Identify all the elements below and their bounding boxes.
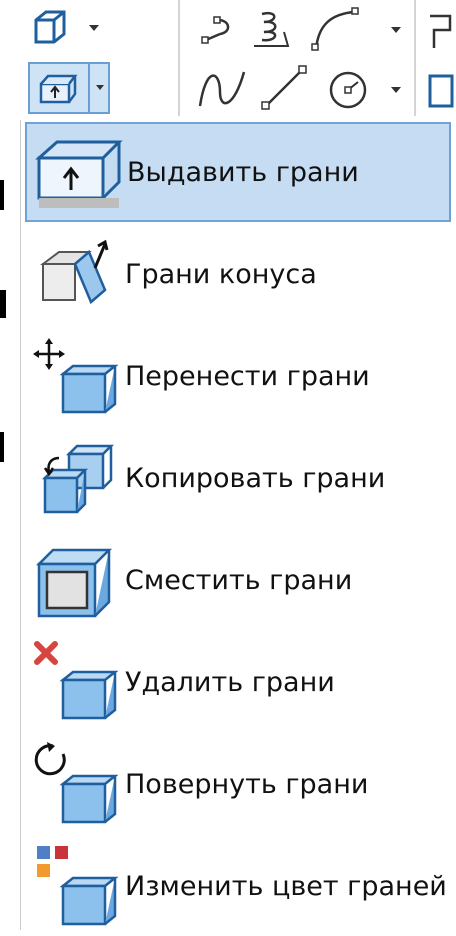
rotate-faces-icon	[25, 734, 125, 834]
polyline-icon[interactable]	[196, 12, 240, 52]
color-faces-icon	[25, 836, 125, 936]
background-edge	[0, 180, 4, 210]
menu-item-copy-faces[interactable]: Копировать грани	[25, 428, 451, 528]
chevron-down-icon[interactable]	[82, 16, 106, 40]
chevron-down-icon[interactable]	[384, 18, 408, 42]
faces-dropdown-menu: Выдавить грани Грани конуса Перенести гр…	[20, 120, 456, 930]
circle-icon[interactable]	[324, 66, 372, 114]
background-edge	[0, 290, 6, 318]
line-icon[interactable]	[256, 62, 312, 114]
partial-tool-icon[interactable]	[424, 8, 456, 52]
chevron-down-icon[interactable]	[384, 78, 408, 102]
partial-tool-icon[interactable]	[424, 68, 456, 112]
menu-item-delete-faces[interactable]: Удалить грани	[25, 632, 451, 732]
chevron-down-icon	[96, 85, 104, 90]
menu-item-label: Повернуть грани	[125, 768, 369, 800]
menu-item-label: Грани конуса	[125, 258, 317, 290]
arc-icon[interactable]	[306, 4, 366, 54]
menu-item-rotate-faces[interactable]: Повернуть грани	[25, 734, 451, 834]
menu-item-label: Удалить грани	[125, 666, 335, 698]
menu-item-move-faces[interactable]: Перенести грани	[25, 326, 451, 426]
copy-faces-icon	[25, 428, 125, 528]
menu-item-label: Изменить цвет граней	[125, 870, 447, 902]
extrude-faces-split-button[interactable]	[28, 62, 110, 114]
menu-item-extrude-faces[interactable]: Выдавить грани	[25, 122, 451, 222]
menu-item-label: Выдавить грани	[127, 156, 359, 188]
menu-item-label: Сместить грани	[125, 564, 353, 596]
move-faces-icon	[25, 326, 125, 426]
menu-item-offset-faces[interactable]: Сместить грани	[25, 530, 451, 630]
menu-item-taper-faces[interactable]: Грани конуса	[25, 224, 451, 324]
extrude-faces-icon	[39, 74, 78, 104]
background-edge	[0, 432, 4, 462]
box-icon[interactable]	[30, 8, 70, 48]
menu-item-label: Перенести грани	[125, 360, 370, 392]
spline-icon[interactable]	[194, 62, 250, 114]
menu-item-color-faces[interactable]: Изменить цвет граней	[25, 836, 451, 936]
menu-item-label: Копировать грани	[125, 462, 386, 494]
ribbon-toolbar	[0, 0, 456, 120]
extrude-faces-icon	[27, 122, 127, 222]
taper-faces-icon	[25, 224, 125, 324]
helix-icon[interactable]	[248, 6, 294, 52]
offset-faces-icon	[25, 530, 125, 630]
delete-faces-icon	[25, 632, 125, 732]
